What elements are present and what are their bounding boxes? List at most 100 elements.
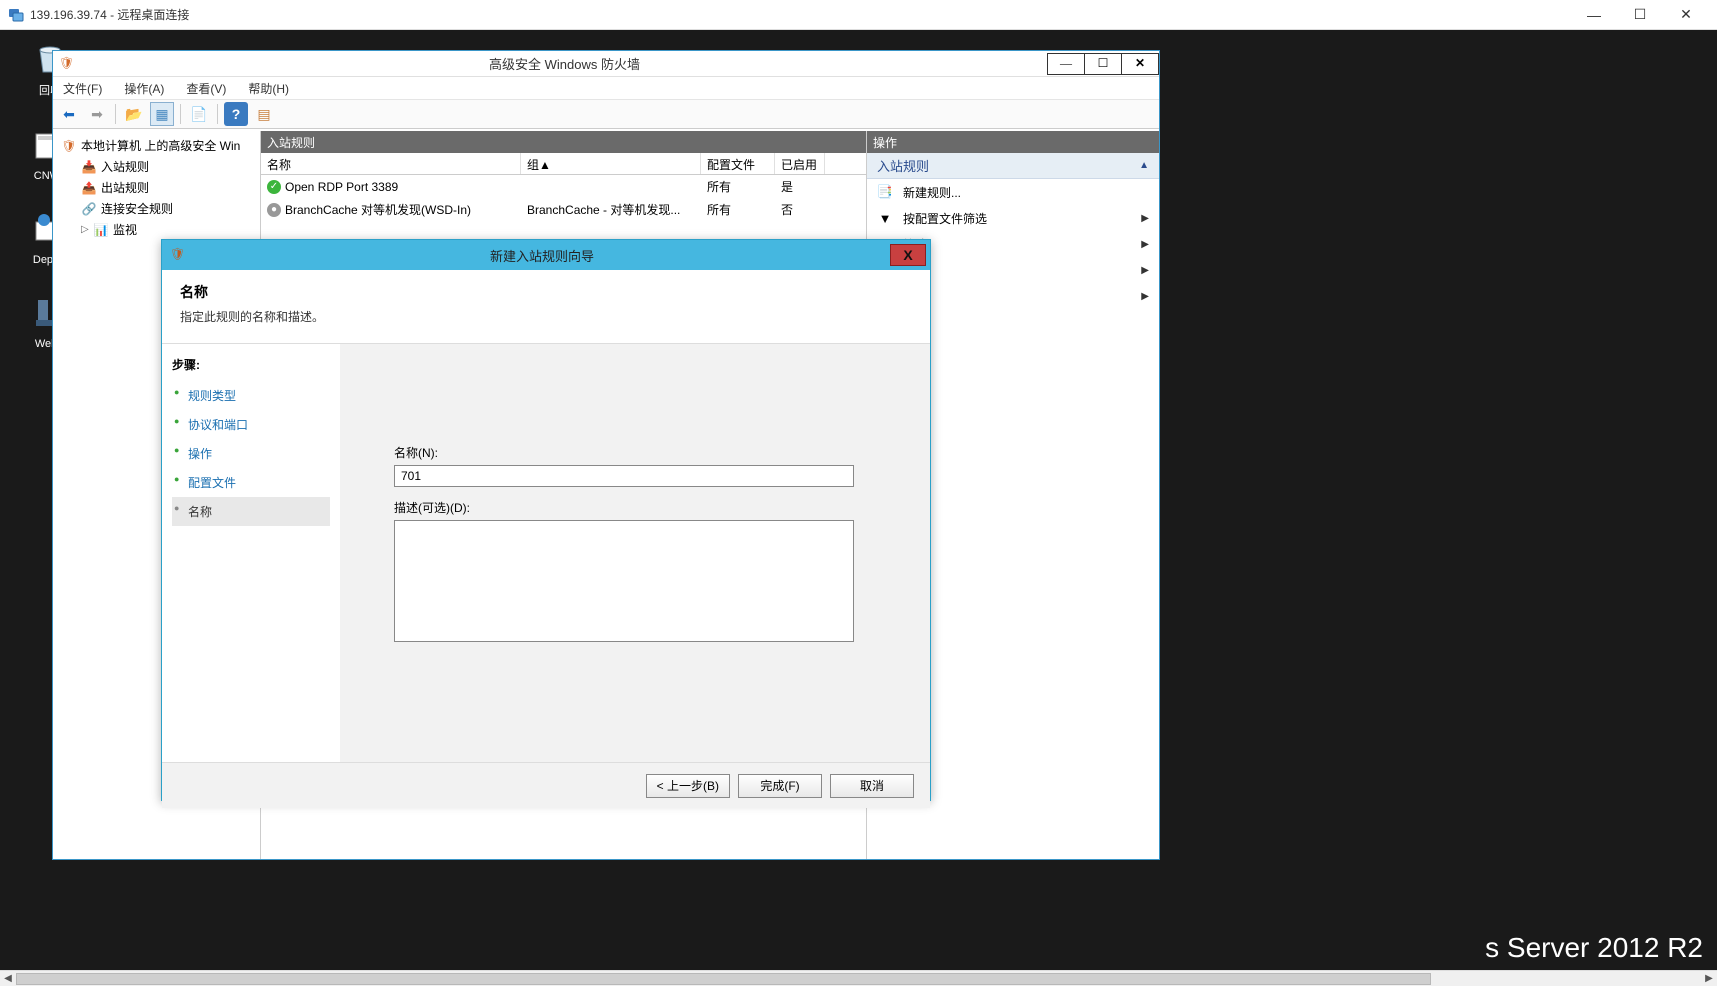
rule-profile: 所有 [701,200,775,219]
scroll-track[interactable] [16,972,1701,986]
chevron-right-icon: ▶ [1141,291,1149,302]
help-icon[interactable]: ? [224,102,248,126]
tree-root[interactable]: 🛡 本地计算机 上的高级安全 Win [53,135,260,156]
back-icon[interactable]: ⬅ [57,102,81,126]
wizard-shield-icon: 🛡 [170,247,186,263]
tree-monitor[interactable]: ▷ 📊 监视 [53,219,260,240]
scroll-left-icon[interactable]: ◀ [0,973,16,984]
rule-row[interactable]: ● BranchCache 对等机发现(WSD-In) BranchCache -… [261,198,866,221]
scroll-right-icon[interactable]: ▶ [1701,973,1717,984]
rules-columns: 名称 组▲ 配置文件 已启用 [261,153,866,175]
rule-group [521,177,701,196]
allowed-icon: ✓ [267,180,281,194]
rdp-titlebar: 139.196.39.74 - 远程桌面连接 — ☐ ✕ [0,0,1717,30]
tree-connsec-label: 连接安全规则 [101,200,173,217]
forward-icon[interactable]: ➡ [85,102,109,126]
show-tree-icon[interactable]: ▦ [150,102,174,126]
actions-header: 操作 [867,131,1159,153]
menu-action[interactable]: 操作(A) [120,78,168,99]
step-name[interactable]: 名称 [172,497,330,526]
tree-inbound-label: 入站规则 [101,158,149,175]
firewall-toolbar: ⬅ ➡ 📂 ▦ 📄 ? ▤ [53,99,1159,129]
disabled-icon: ● [267,203,281,217]
wizard-content: 名称(N): 描述(可选)(D): [340,344,930,762]
rule-name: Open RDP Port 3389 [285,180,398,194]
rdp-icon [8,7,24,23]
step-operation[interactable]: 操作 [172,439,330,468]
wizard-header-title: 名称 [180,282,912,302]
monitor-icon: 📊 [93,222,109,238]
connection-security-icon: 🔗 [81,201,97,217]
col-name[interactable]: 名称 [261,153,521,174]
fw-maximize-button[interactable]: ☐ [1084,53,1122,75]
description-label: 描述(可选)(D): [394,499,904,516]
col-group[interactable]: 组▲ [521,153,701,174]
sort-indicator-icon: ▲ [539,158,551,172]
rule-profile: 所有 [701,177,775,196]
step-rule-type[interactable]: 规则类型 [172,381,330,410]
tree-connsec[interactable]: 🔗 连接安全规则 [53,198,260,219]
firewall-title: 高级安全 Windows 防火墙 [81,54,1048,73]
wizard-titlebar[interactable]: 🛡 新建入站规则向导 X [162,240,930,270]
description-textarea[interactable] [394,520,854,642]
firewall-shield-icon: 🛡 [59,56,75,72]
export-icon[interactable]: 📄 [187,102,211,126]
collapse-icon[interactable]: ▲ [1139,160,1149,171]
new-rule-icon: 📑 [877,184,893,200]
col-profile[interactable]: 配置文件 [701,153,775,174]
wizard-header-desc: 指定此规则的名称和描述。 [180,308,912,325]
scroll-thumb[interactable] [16,973,1431,985]
action-filter-profile[interactable]: ▼ 按配置文件筛选 ▶ [867,205,1159,231]
fw-close-button[interactable]: ✕ [1121,53,1159,75]
firewall-menubar: 文件(F) 操作(A) 查看(V) 帮助(H) [53,77,1159,99]
back-button[interactable]: < 上一步(B) [646,774,730,798]
chevron-right-icon: ▶ [1141,213,1149,224]
steps-title: 步骤: [172,356,330,373]
details-icon[interactable]: ▤ [252,102,276,126]
up-folder-icon[interactable]: 📂 [122,102,146,126]
rule-enabled: 是 [775,177,825,196]
maximize-button[interactable]: ☐ [1617,0,1663,30]
close-button[interactable]: ✕ [1663,0,1709,30]
menu-file[interactable]: 文件(F) [59,78,106,99]
page-horizontal-scrollbar[interactable]: ◀ ▶ [0,970,1717,986]
name-input[interactable] [394,465,854,487]
rule-row[interactable]: ✓ Open RDP Port 3389 所有 是 [261,175,866,198]
tree-outbound[interactable]: 📤 出站规则 [53,177,260,198]
tree-inbound[interactable]: 📥 入站规则 [53,156,260,177]
chevron-right-icon: ▷ [81,224,91,235]
rules-list-header: 入站规则 [261,131,866,153]
inbound-icon: 📥 [81,159,97,175]
rdp-title-text: 139.196.39.74 - 远程桌面连接 [30,6,189,23]
filter-icon: ▼ [877,210,893,226]
col-enabled[interactable]: 已启用 [775,153,825,174]
rule-enabled: 否 [775,200,825,219]
minimize-button[interactable]: — [1571,0,1617,30]
tree-root-label: 本地计算机 上的高级安全 Win [81,137,240,154]
rule-group: BranchCache - 对等机发现... [521,200,701,219]
cancel-button[interactable]: 取消 [830,774,914,798]
wizard-buttons: < 上一步(B) 完成(F) 取消 [162,762,930,808]
action-new-rule[interactable]: 📑 新建规则... [867,179,1159,205]
finish-button[interactable]: 完成(F) [738,774,822,798]
wizard-close-button[interactable]: X [890,244,926,266]
new-rule-wizard-dialog: 🛡 新建入站规则向导 X 名称 指定此规则的名称和描述。 步骤: 规则类型 协议… [161,239,931,801]
name-label: 名称(N): [394,444,904,461]
step-profile[interactable]: 配置文件 [172,468,330,497]
chevron-right-icon: ▶ [1141,239,1149,250]
chevron-right-icon: ▶ [1141,265,1149,276]
rule-name: BranchCache 对等机发现(WSD-In) [285,201,471,218]
actions-section-title: 入站规则 ▲ [867,153,1159,179]
step-protocol-port[interactable]: 协议和端口 [172,410,330,439]
shield-icon: 🛡 [61,138,77,154]
rules-rows: ✓ Open RDP Port 3389 所有 是 ● BranchCache 对等… [261,175,866,221]
tree-outbound-label: 出站规则 [101,179,149,196]
outbound-icon: 📤 [81,180,97,196]
menu-help[interactable]: 帮助(H) [244,78,293,99]
tree-monitor-label: 监视 [113,221,137,238]
menu-view[interactable]: 查看(V) [182,78,230,99]
remote-desktop: 回收 CNW_ Deploy WebD s Server 2012 R2 🛡 高… [0,30,1717,970]
server-brand-text: s Server 2012 R2 [1485,932,1703,964]
firewall-titlebar: 🛡 高级安全 Windows 防火墙 — ☐ ✕ [53,51,1159,77]
fw-minimize-button[interactable]: — [1047,53,1085,75]
